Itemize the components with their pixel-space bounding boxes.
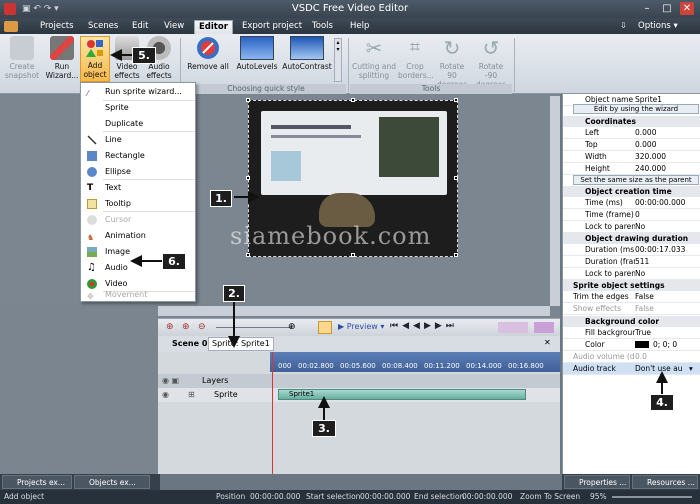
callout-6: 6. [162,253,186,270]
annotation-arrows [110,49,668,420]
callout-1: 1. [210,190,232,207]
callout-4: 4. [650,394,674,411]
callout-5: 5. [132,47,156,64]
callout-3: 3. [312,420,336,437]
callout-2: 2. [223,285,245,302]
